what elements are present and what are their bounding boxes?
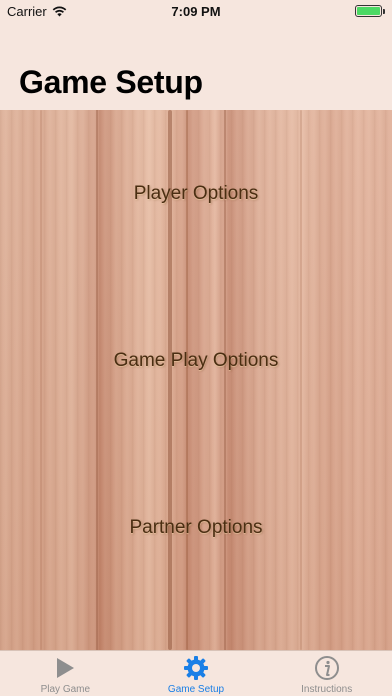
wood-background: Player Options Game Play Options Partner… xyxy=(0,110,392,650)
battery-fill xyxy=(357,7,380,15)
tab-label: Instructions xyxy=(301,684,353,695)
partner-options-button[interactable]: Partner Options xyxy=(0,517,392,539)
page-title: Game Setup xyxy=(19,64,203,100)
battery-icon xyxy=(355,5,385,17)
tab-label: Play Game xyxy=(40,684,91,695)
game-play-options-button[interactable]: Game Play Options xyxy=(0,350,392,372)
tab-bar: Play Game Game Setup Instructions xyxy=(0,650,392,696)
player-options-button[interactable]: Player Options xyxy=(0,183,392,205)
status-time: 7:09 PM xyxy=(171,4,221,19)
nav-header: Game Setup xyxy=(0,22,392,110)
tab-instructions[interactable]: Instructions xyxy=(261,651,392,696)
status-bar: Carrier 7:09 PM xyxy=(0,0,392,22)
tab-play-game[interactable]: Play Game xyxy=(0,651,131,696)
gear-icon xyxy=(183,655,209,681)
info-icon xyxy=(314,655,340,681)
play-icon xyxy=(52,655,78,681)
tab-game-setup[interactable]: Game Setup xyxy=(131,651,262,696)
tab-label: Game Setup xyxy=(167,684,225,695)
